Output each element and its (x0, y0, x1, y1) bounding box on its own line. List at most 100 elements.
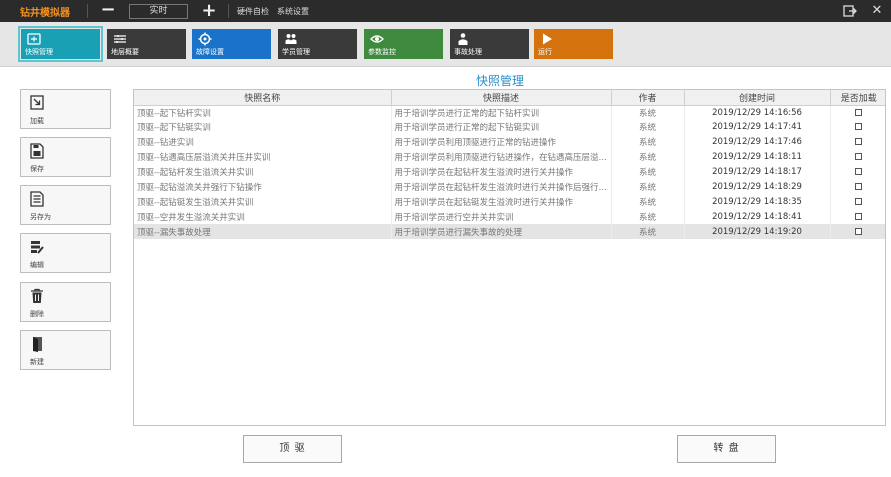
increase-speed-button[interactable]: + (200, 0, 218, 22)
table-row[interactable]: 顶驱--起钻杆发生溢流关井实训 用于培训学员在起钻杆发生溢流时进行关井操作 系统… (134, 164, 885, 180)
column-header-loaded[interactable]: 是否加载 (830, 90, 885, 106)
main-toolbar: 快照管理 地层概要 故障设置 学员管理 参数监控 事故处理 运行 (0, 22, 891, 67)
trash-icon (31, 288, 43, 303)
cell-author: 系统 (611, 105, 685, 120)
rotary-table-button[interactable]: 转 盘 (677, 435, 776, 463)
table-row-selected[interactable]: 顶驱--漏失事故处理 用于培训学员进行漏失事故的处理 系统 2019/12/29… (134, 224, 885, 240)
snapshot-table: 快照名称 快照描述 作者 创建时间 是否加载 顶驱--起下钻杆实训 用于培训学员… (133, 89, 886, 426)
cell-loaded (830, 119, 885, 135)
cell-created-time: 2019/12/29 14:16:56 (684, 105, 831, 120)
cell-author: 系统 (611, 209, 685, 225)
edit-button[interactable]: 编辑 (20, 233, 111, 273)
load-checkbox[interactable] (855, 108, 862, 116)
cell-author: 系统 (611, 224, 685, 240)
tool-label: 故障设置 (196, 48, 224, 56)
load-button[interactable]: 加载 (20, 89, 111, 129)
load-checkbox[interactable] (855, 153, 862, 161)
cell-loaded (830, 194, 885, 210)
cell-name: 顶驱--起下钻铤实训 (134, 119, 392, 135)
cell-description: 用于培训学员进行空井关井实训 (391, 209, 612, 225)
cell-created-time: 2019/12/29 14:18:41 (684, 209, 831, 225)
menu-system-settings[interactable]: 系统设置 (277, 6, 309, 17)
save-icon (30, 143, 44, 159)
cell-loaded (830, 105, 885, 120)
load-checkbox[interactable] (855, 227, 862, 235)
load-checkbox[interactable] (855, 168, 862, 175)
close-icon[interactable]: ✕ (870, 2, 884, 20)
cell-name: 顶驱--起钻溢流关井强行下钻操作 (134, 179, 392, 195)
top-drive-button[interactable]: 顶 驱 (243, 435, 342, 463)
tool-run[interactable]: 运行 (534, 29, 613, 59)
tool-parameter-monitor[interactable]: 参数监控 (364, 29, 443, 59)
cell-description: 用于培训学员在起钻铤发生溢流时进行关井操作 (391, 194, 612, 210)
table-row[interactable]: 顶驱--起下钻杆实训 用于培训学员进行正常的起下钻杆实训 系统 2019/12/… (134, 105, 885, 120)
cell-name: 顶驱--起钻铤发生溢流关井实训 (134, 194, 392, 210)
table-row[interactable]: 顶驱--起下钻铤实训 用于培训学员进行正常的起下钻铤实训 系统 2019/12/… (134, 119, 885, 135)
cell-author: 系统 (611, 164, 685, 180)
tool-fault-settings[interactable]: 故障设置 (192, 29, 271, 59)
cell-loaded (830, 179, 885, 195)
save-as-button[interactable]: 另存为 (20, 185, 111, 225)
tool-label: 学员管理 (282, 48, 310, 56)
delete-button[interactable]: 删除 (20, 282, 111, 322)
tool-snapshot-management[interactable]: 快照管理 (18, 26, 103, 62)
side-button-label: 删除 (30, 310, 44, 318)
cell-description: 用于培训学员在起钻杆发生溢流时进行关井操作后强行下钻 (391, 179, 612, 195)
cell-description: 用于培训学员进行正常的起下钻铤实训 (391, 119, 612, 135)
students-icon (285, 34, 297, 44)
cell-loaded (830, 209, 885, 225)
cell-author: 系统 (611, 134, 685, 150)
side-button-label: 加载 (30, 117, 44, 125)
table-row[interactable]: 顶驱--钻遇高压层溢流关井压井实训 用于培训学员利用顶驱进行钻进操作，在钻遇高压… (134, 149, 885, 165)
load-checkbox[interactable] (855, 212, 862, 220)
speed-field[interactable]: 实时 (129, 4, 188, 19)
menu-hardware-check[interactable]: 硬件自检 (237, 6, 269, 17)
page-title: 快照管理 (475, 74, 524, 88)
column-header-author[interactable]: 作者 (611, 90, 685, 106)
load-icon (30, 95, 44, 110)
cell-description: 用于培训学员进行正常的起下钻杆实训 (391, 105, 612, 120)
snapshot-icon (27, 33, 41, 45)
tool-label: 地层概要 (111, 48, 139, 56)
new-button[interactable]: 新建 (20, 330, 111, 370)
cell-author: 系统 (611, 119, 685, 135)
tool-strata-overview[interactable]: 地层概要 (107, 29, 186, 59)
column-header-name[interactable]: 快照名称 (134, 90, 392, 106)
cell-description: 用于培训学员在起钻杆发生溢流时进行关井操作 (391, 164, 612, 180)
cell-loaded (830, 134, 885, 150)
cell-author: 系统 (611, 149, 685, 165)
table-row[interactable]: 顶驱--起钻铤发生溢流关井实训 用于培训学员在起钻铤发生溢流时进行关井操作 系统… (134, 194, 885, 210)
cell-created-time: 2019/12/29 14:18:11 (684, 149, 831, 165)
exit-icon[interactable] (843, 4, 857, 18)
column-header-description[interactable]: 快照描述 (391, 90, 612, 106)
tool-label: 参数监控 (368, 48, 396, 56)
decrease-speed-button[interactable]: − (99, 0, 117, 22)
cell-loaded (830, 149, 885, 165)
side-button-label: 保存 (30, 165, 44, 173)
cell-name: 顶驱--钻进实训 (134, 134, 392, 150)
cell-description: 用于培训学员利用顶驱进行正常的钻进操作 (391, 134, 612, 150)
cell-created-time: 2019/12/29 14:18:29 (684, 179, 831, 195)
table-header-row: 快照名称 快照描述 作者 创建时间 是否加载 (134, 90, 885, 106)
table-row[interactable]: 顶驱--空井发生溢流关井实训 用于培训学员进行空井关井实训 系统 2019/12… (134, 209, 885, 225)
load-checkbox[interactable] (855, 123, 862, 131)
save-button[interactable]: 保存 (20, 137, 111, 177)
cell-created-time: 2019/12/29 14:19:20 (684, 224, 831, 240)
accident-icon (458, 33, 468, 45)
new-icon (33, 337, 42, 352)
load-checkbox[interactable] (855, 182, 862, 190)
cell-name: 顶驱--空井发生溢流关井实训 (134, 209, 392, 225)
column-header-created-time[interactable]: 创建时间 (684, 90, 831, 106)
load-checkbox[interactable] (855, 197, 862, 205)
table-row[interactable]: 顶驱--起钻溢流关井强行下钻操作 用于培训学员在起钻杆发生溢流时进行关井操作后强… (134, 179, 885, 195)
title-separator (87, 4, 88, 18)
side-button-label: 另存为 (30, 213, 51, 221)
tool-label: 事故处理 (454, 48, 482, 56)
tool-accident-handling[interactable]: 事故处理 (450, 29, 529, 59)
title-bar: 钻井模拟器 − 实时 + 硬件自检 系统设置 ✕ (0, 0, 891, 22)
tool-student-management[interactable]: 学员管理 (278, 29, 357, 59)
cell-created-time: 2019/12/29 14:18:35 (684, 194, 831, 210)
table-row[interactable]: 顶驱--钻进实训 用于培训学员利用顶驱进行正常的钻进操作 系统 2019/12/… (134, 134, 885, 150)
load-checkbox[interactable] (855, 138, 862, 146)
cell-created-time: 2019/12/29 14:18:17 (684, 164, 831, 180)
